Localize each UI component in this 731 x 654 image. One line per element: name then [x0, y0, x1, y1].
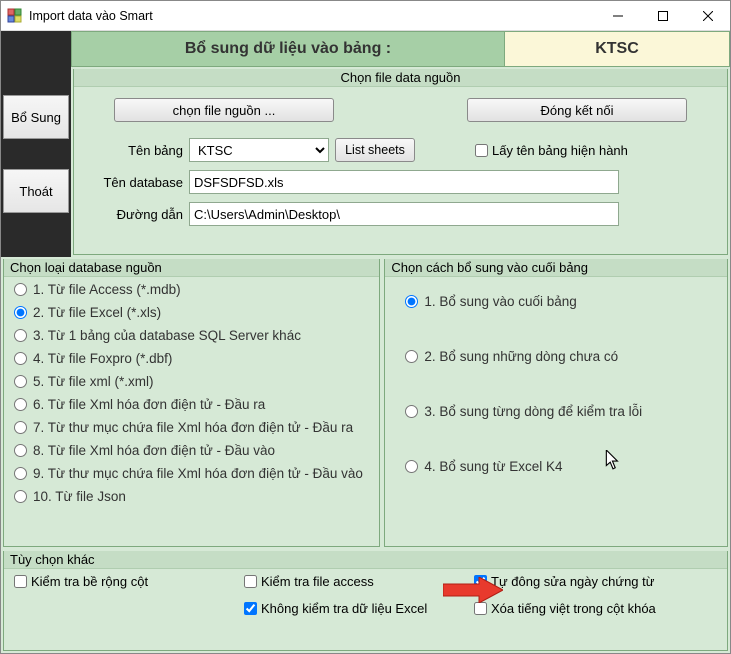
source-type-option[interactable]: 10. Từ file Json [14, 489, 369, 504]
source-type-legend: Chọn loại database nguồn [4, 259, 379, 277]
source-type-option[interactable]: 1. Từ file Access (*.mdb) [14, 282, 369, 297]
path-input[interactable] [189, 202, 619, 226]
header-heading-main: Bổ sung dữ liệu vào bảng : [71, 31, 505, 67]
close-button[interactable] [685, 1, 730, 30]
table-label: Tên bảng [84, 143, 189, 158]
sidebar: Bổ Sung Thoát [1, 67, 71, 257]
header-heading-table: KTSC [505, 31, 730, 67]
exit-button[interactable]: Thoát [3, 169, 69, 213]
database-input[interactable] [189, 170, 619, 194]
get-current-table-checkbox[interactable]: Lấy tên bảng hiện hành [475, 143, 628, 158]
window-title: Import data vào Smart [29, 9, 595, 23]
append-mode-option[interactable]: 4. Bổ sung từ Excel K4 [405, 459, 717, 474]
check-strip-vn[interactable]: Xóa tiếng việt trong cột khóa [474, 601, 717, 616]
other-options-legend: Tùy chọn khác [4, 551, 727, 569]
append-mode-group: Chọn cách bổ sung vào cuối bảng 1. Bổ su… [384, 259, 728, 547]
top-dark-spacer [1, 31, 71, 67]
source-type-option[interactable]: 9. Từ thư mục chứa file Xml hóa đơn điện… [14, 466, 369, 481]
source-type-option[interactable]: 2. Từ file Excel (*.xls) [14, 305, 369, 320]
append-mode-option[interactable]: 2. Bổ sung những dòng chưa có [405, 349, 717, 364]
check-col-width[interactable]: Kiểm tra bề rộng cột [14, 574, 244, 589]
append-mode-option[interactable]: 3. Bổ sung từng dòng để kiểm tra lỗi [405, 404, 717, 419]
source-type-option[interactable]: 5. Từ file xml (*.xml) [14, 374, 369, 389]
check-auto-date[interactable]: Tự đông sửa ngày chứng từ [474, 574, 717, 589]
close-connection-button[interactable]: Đóng kết nối [467, 98, 687, 122]
source-type-option[interactable]: 4. Từ file Foxpro (*.dbf) [14, 351, 369, 366]
file-source-legend: Chọn file data nguồn [74, 69, 727, 87]
minimize-button[interactable] [595, 1, 640, 30]
check-no-excel[interactable]: Không kiểm tra dữ liệu Excel [244, 601, 474, 616]
maximize-button[interactable] [640, 1, 685, 30]
choose-file-button[interactable]: chọn file nguồn ... [114, 98, 334, 122]
append-mode-option[interactable]: 1. Bổ sung vào cuối bảng [405, 294, 717, 309]
path-label: Đường dẫn [84, 207, 189, 222]
table-select[interactable]: KTSC [189, 138, 329, 162]
check-file-access[interactable]: Kiểm tra file access [244, 574, 474, 589]
source-type-option[interactable]: 7. Từ thư mục chứa file Xml hóa đơn điện… [14, 420, 369, 435]
source-type-option[interactable]: 6. Từ file Xml hóa đơn điện tử - Đầu ra [14, 397, 369, 412]
database-label: Tên database [84, 175, 189, 190]
titlebar: Import data vào Smart [1, 1, 730, 31]
source-type-group: Chọn loại database nguồn 1. Từ file Acce… [3, 259, 380, 547]
list-sheets-button[interactable]: List sheets [335, 138, 415, 162]
source-type-option[interactable]: 8. Từ file Xml hóa đơn điện tử - Đầu vào [14, 443, 369, 458]
app-icon [7, 8, 23, 24]
source-type-option[interactable]: 3. Từ 1 bảng của database SQL Server khá… [14, 328, 369, 343]
append-mode-legend: Chọn cách bổ sung vào cuối bảng [385, 259, 727, 277]
file-source-group: Chọn file data nguồn chọn file nguồn ...… [73, 69, 728, 255]
other-options-group: Tùy chọn khác Kiểm tra bề rộng cột Kiểm … [3, 551, 728, 651]
add-button[interactable]: Bổ Sung [3, 95, 69, 139]
